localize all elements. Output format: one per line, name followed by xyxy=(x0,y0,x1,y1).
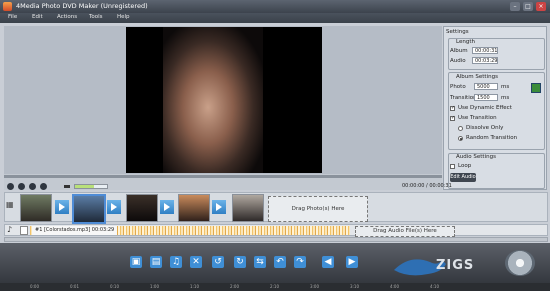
transition-duration-label: Transition xyxy=(450,95,477,101)
volume-slider[interactable] xyxy=(74,184,108,189)
transition-icon[interactable] xyxy=(212,200,226,214)
ruler-tick: 0:00 xyxy=(30,284,39,289)
random-transition-radio[interactable] xyxy=(458,136,463,141)
transition-icon[interactable] xyxy=(55,200,69,214)
menu-edit[interactable]: Edit xyxy=(32,14,43,20)
random-transition-label: Random Transition xyxy=(466,135,518,141)
watermark-text: ZIGS xyxy=(436,258,475,273)
move-right-icon[interactable]: ▶ xyxy=(346,256,358,268)
close-icon[interactable]: × xyxy=(536,2,546,11)
transition-icon[interactable] xyxy=(107,200,121,214)
audio-clip-label: #1 [Colorstados.mp3] 00:03:29 xyxy=(32,226,118,235)
ruler-tick: 3:00 xyxy=(310,284,319,289)
burn-disc-icon[interactable] xyxy=(505,250,535,276)
playback-time: 00:00:00 / 00:00:31 xyxy=(402,183,452,189)
audio-drop-zone[interactable]: Drag Audio File(s) Here xyxy=(355,226,455,237)
settings-title: Settings xyxy=(446,29,469,35)
delete-icon[interactable]: ✕ xyxy=(190,256,202,268)
music-icon: ♪ xyxy=(7,225,13,234)
add-photo-icon[interactable]: ▣ xyxy=(130,256,142,268)
dynamic-effect-label: Use Dynamic Effect xyxy=(458,105,512,111)
audio-length-field[interactable]: 00:03:29 xyxy=(472,57,498,64)
ruler-tick: 1:00 xyxy=(150,284,159,289)
ruler-tick: 2:00 xyxy=(230,284,239,289)
stop-icon[interactable] xyxy=(18,183,25,190)
storyboard-icon: ▦ xyxy=(6,200,14,209)
use-transition-checkbox[interactable] xyxy=(450,115,455,121)
rotate-right-icon[interactable]: ↻ xyxy=(234,256,246,268)
minimize-icon[interactable]: – xyxy=(510,2,520,11)
play-icon[interactable] xyxy=(7,183,14,190)
next-icon[interactable] xyxy=(40,183,47,190)
ruler-tick: 3:10 xyxy=(350,284,359,289)
ruler-tick: 4:10 xyxy=(430,284,439,289)
apply-icon[interactable] xyxy=(531,83,541,93)
photo-thumbnail[interactable] xyxy=(72,194,106,224)
swap-icon[interactable]: ⇆ xyxy=(254,256,266,268)
dynamic-effect-checkbox[interactable] xyxy=(450,105,455,111)
ruler-tick: 0:10 xyxy=(110,284,119,289)
photo-duration-field[interactable]: 5000 xyxy=(474,83,498,90)
settings-panel: Settings Length Album 00:00:31 Audio 00:… xyxy=(443,26,547,190)
window-title: 4Media Photo DVD Maker (Unregistered) xyxy=(16,2,148,10)
maximize-icon[interactable]: □ xyxy=(523,2,533,11)
transition-duration-unit: ms xyxy=(501,95,510,101)
audio-settings-title: Audio Settings xyxy=(456,154,496,160)
app-icon xyxy=(3,2,12,11)
audio-file-icon xyxy=(20,226,28,235)
ruler-tick: 2:10 xyxy=(270,284,279,289)
ruler-tick: 0:01 xyxy=(70,284,79,289)
photo-duration-label: Photo xyxy=(450,84,466,90)
add-music-icon[interactable]: ♫ xyxy=(170,256,182,268)
menu-file[interactable]: File xyxy=(8,14,17,20)
album-settings-title: Album Settings xyxy=(456,74,498,80)
photo-thumbnail[interactable] xyxy=(126,194,158,222)
audio-length-label: Audio xyxy=(450,58,466,64)
album-length-field[interactable]: 00:00:31 xyxy=(472,47,498,54)
redo-icon[interactable]: ↷ xyxy=(294,256,306,268)
menu-tools[interactable]: Tools xyxy=(89,14,103,20)
zigs-watermark: ZIGS xyxy=(390,248,490,280)
menu-actions[interactable]: Actions xyxy=(57,14,77,20)
length-group-title: Length xyxy=(456,39,475,45)
edit-audio-button[interactable]: Edit Audio xyxy=(450,173,476,182)
volume-icon xyxy=(64,185,70,188)
transition-duration-field[interactable]: 1500 xyxy=(474,94,498,101)
previous-icon[interactable] xyxy=(29,183,36,190)
timeline-scrollbar[interactable] xyxy=(4,237,548,242)
transition-icon[interactable] xyxy=(160,200,174,214)
menu-bar: File Edit Actions Tools Help xyxy=(0,13,550,23)
photo-thumbnail[interactable] xyxy=(20,194,52,222)
title-bar: 4Media Photo DVD Maker (Unregistered) – … xyxy=(0,0,550,13)
rotate-left-icon[interactable]: ↺ xyxy=(212,256,224,268)
loop-checkbox[interactable] xyxy=(450,164,455,169)
album-length-label: Album xyxy=(450,48,468,54)
menu-help[interactable]: Help xyxy=(117,14,130,20)
dissolve-only-radio[interactable] xyxy=(458,126,463,131)
add-folder-icon[interactable]: ▤ xyxy=(150,256,162,268)
photo-drop-zone[interactable]: Drag Photo(s) Here xyxy=(268,196,368,222)
move-left-icon[interactable]: ◀ xyxy=(322,256,334,268)
ruler-tick: 4:00 xyxy=(390,284,399,289)
ruler-tick: 1:10 xyxy=(190,284,199,289)
photo-thumbnail[interactable] xyxy=(232,194,264,222)
photo-duration-unit: ms xyxy=(501,84,510,90)
loop-label: Loop xyxy=(458,163,472,169)
dissolve-only-label: Dissolve Only xyxy=(466,125,504,131)
undo-icon[interactable]: ↶ xyxy=(274,256,286,268)
seek-bar[interactable] xyxy=(4,175,442,178)
use-transition-label: Use Transition xyxy=(458,115,497,121)
photo-thumbnail[interactable] xyxy=(178,194,210,222)
preview-photo xyxy=(163,27,263,173)
